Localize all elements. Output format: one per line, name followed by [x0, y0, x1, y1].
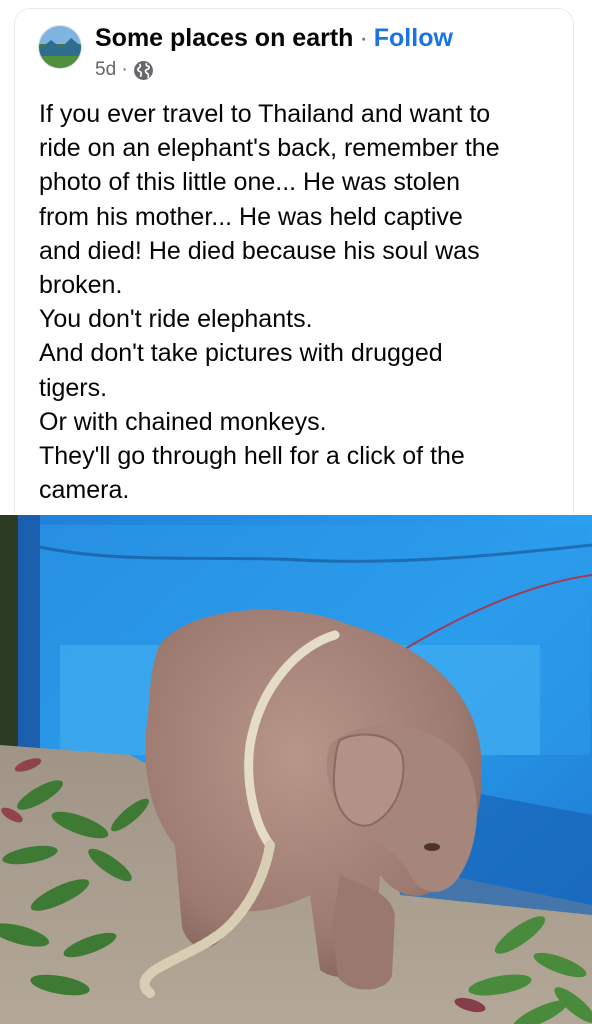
- page-avatar[interactable]: [38, 25, 82, 69]
- post-text-line: tigers.: [39, 373, 108, 402]
- post-text-line: And don't take pictures with drugged: [39, 339, 443, 368]
- post-meta: 5d ·: [95, 58, 154, 82]
- post-timestamp[interactable]: 5d ·: [95, 59, 128, 81]
- post-header: Some places on earth · Follow: [95, 23, 453, 53]
- header-separator: ·: [359, 24, 368, 52]
- post-text-line: ride on an elephant's back, remember the: [39, 134, 500, 163]
- post-text-line: Or with chained monkeys.: [39, 407, 327, 436]
- globe-icon: [133, 60, 154, 81]
- avatar-image: [39, 26, 81, 68]
- post-text-line: You don't ride elephants.: [39, 305, 313, 334]
- post-text-line: from his mother... He was held captive: [39, 202, 463, 231]
- post-text-line: If you ever travel to Thailand and want …: [39, 100, 491, 128]
- post-text-line: photo of this little one... He was stole…: [39, 168, 461, 197]
- author-name[interactable]: Some places on earth: [95, 24, 353, 52]
- post-text-line: and died! He died because his soul was: [39, 236, 480, 265]
- post-text: If you ever travel to Thailand and want …: [39, 97, 569, 507]
- post-card: Some places on earth · Follow 5d · If you …: [14, 8, 574, 514]
- baby-elephant-photo: [0, 515, 592, 1024]
- post-text-line: camera.: [39, 476, 130, 505]
- follow-button[interactable]: Follow: [374, 24, 453, 52]
- post-text-line: They'll go through hell for a click of t…: [39, 442, 465, 471]
- post-photo[interactable]: [0, 515, 592, 1024]
- post-text-line: broken.: [39, 271, 123, 300]
